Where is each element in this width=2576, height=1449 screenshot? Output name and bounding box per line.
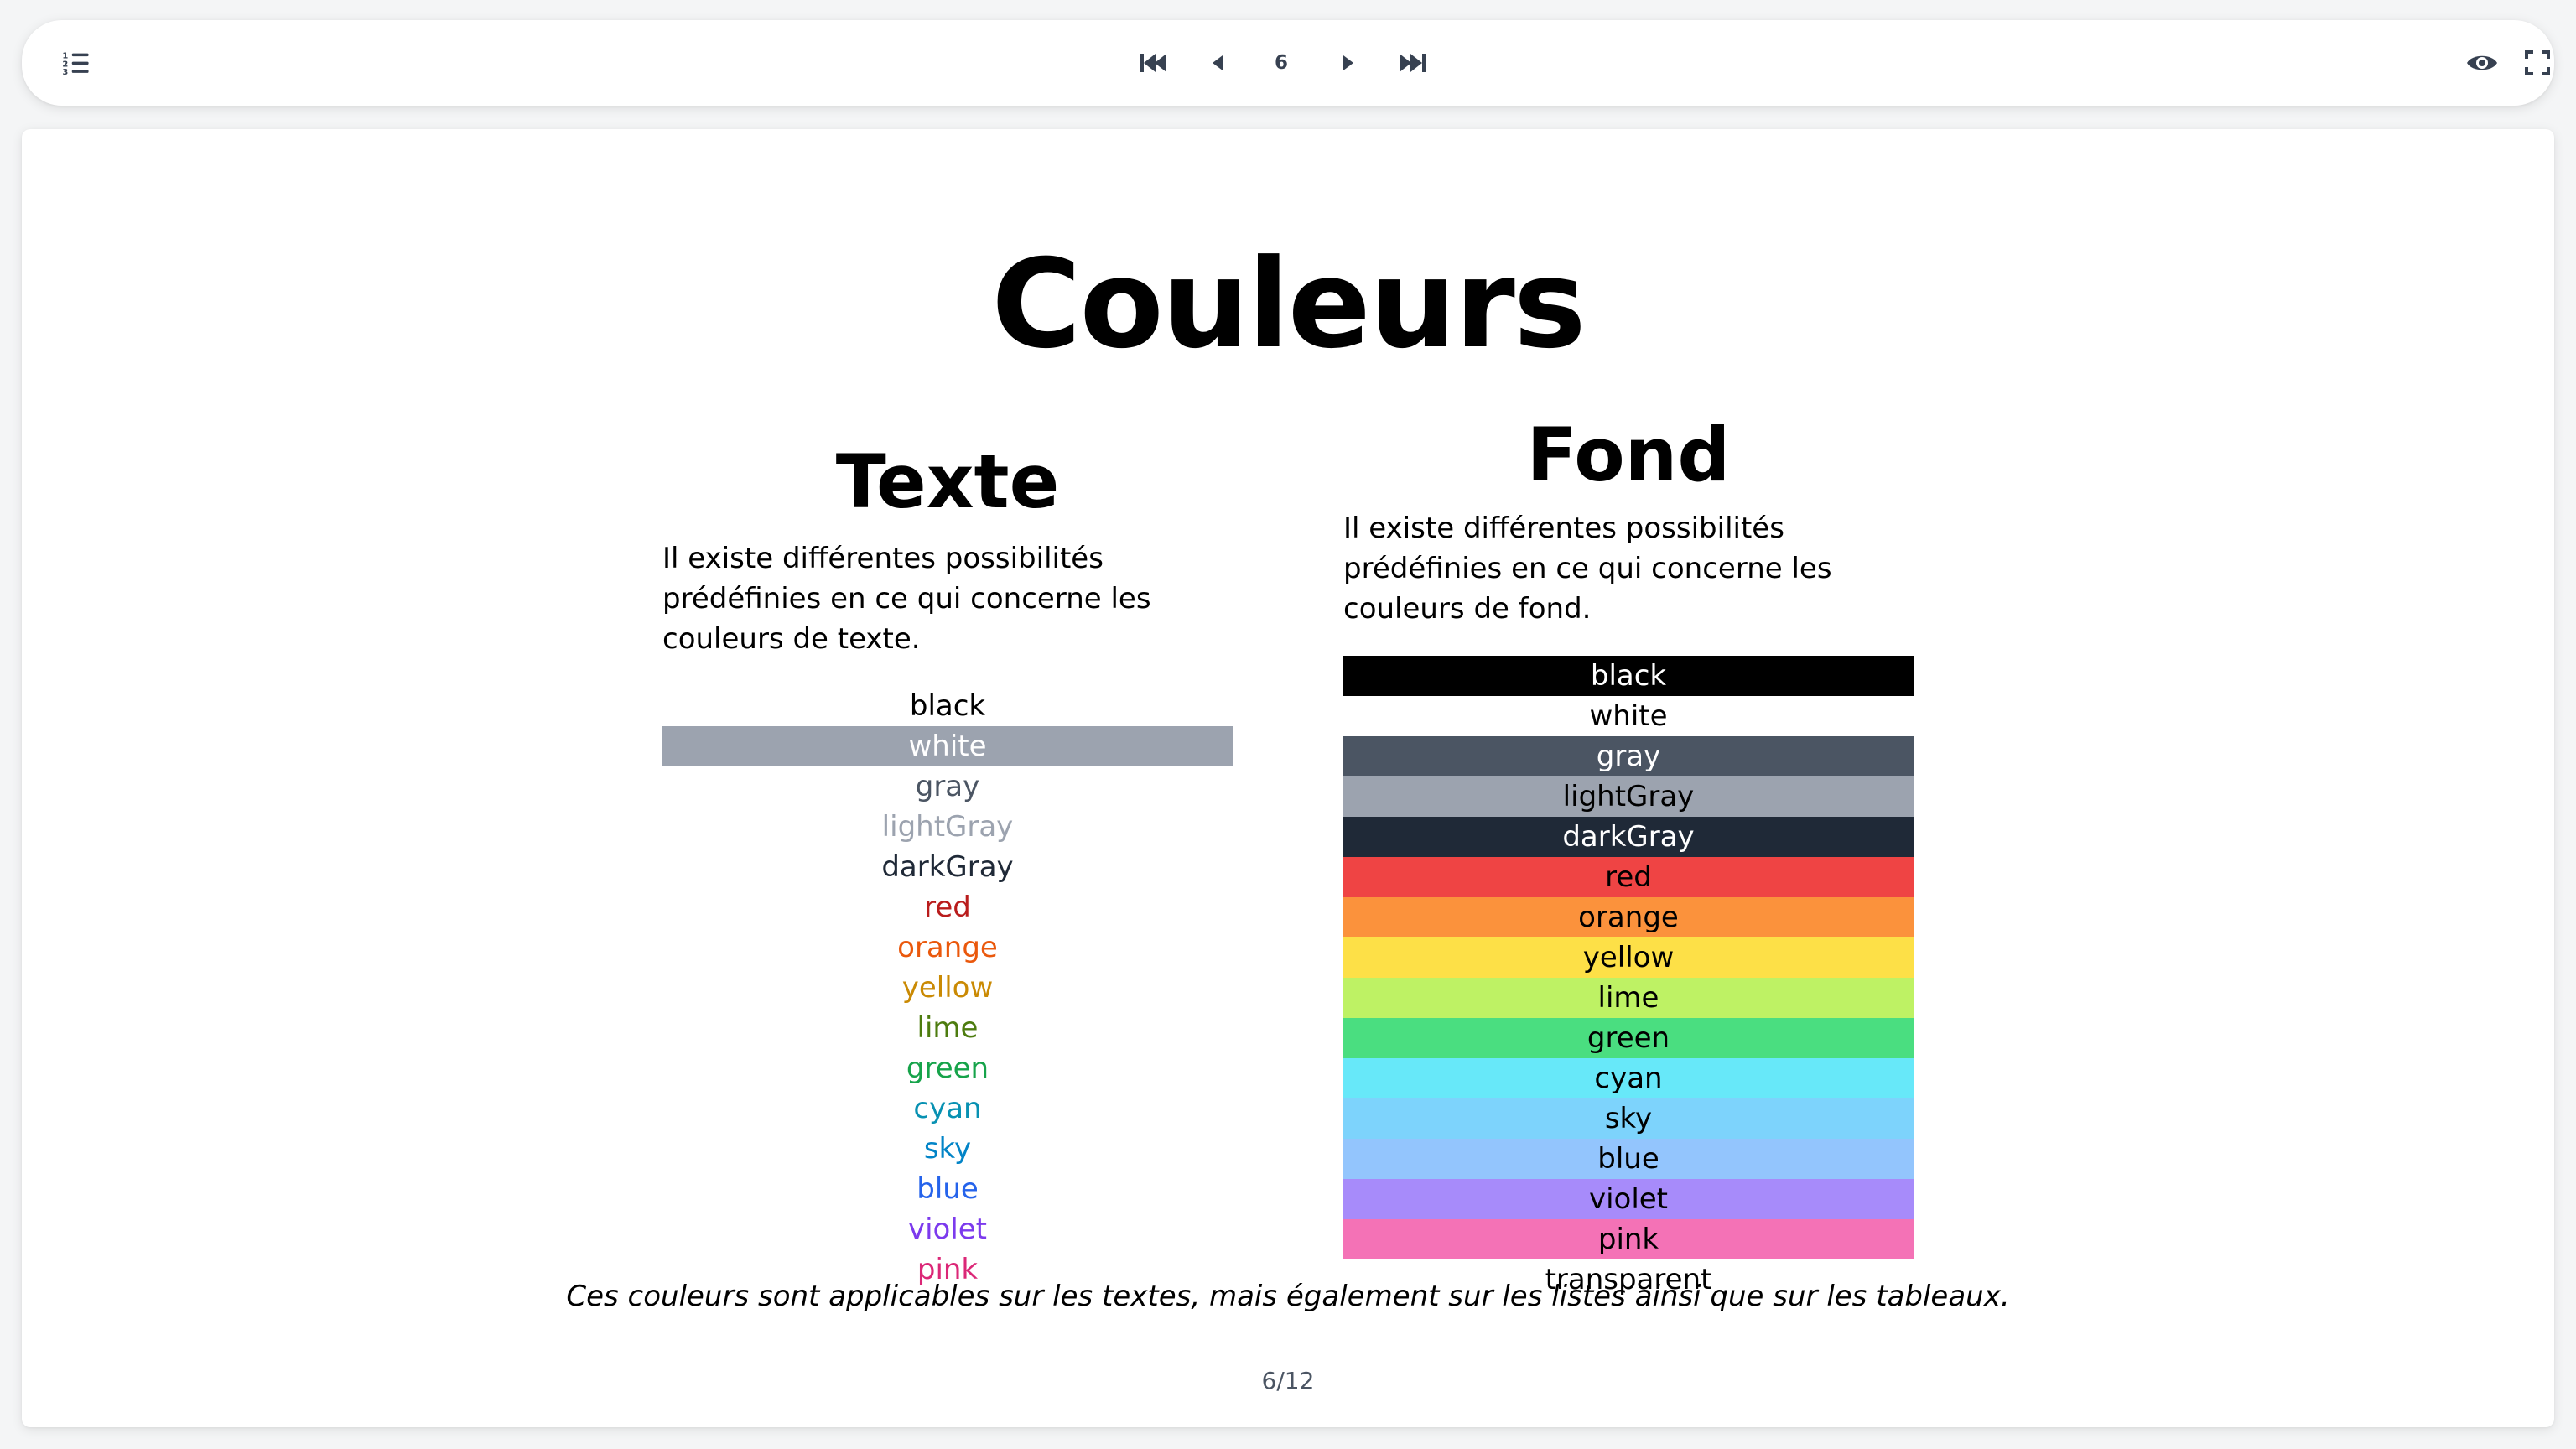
current-page-indicator: 6 <box>1274 52 1288 74</box>
text-color-item-lightgray: lightGray <box>881 810 1014 844</box>
presenter-view-button[interactable] <box>2459 20 2506 106</box>
background-color-item-violet: violet <box>1343 1179 1914 1219</box>
eye-icon <box>2467 55 2497 70</box>
text-colors-heading: Texte <box>835 439 1060 525</box>
background-color-item-pink: pink <box>1343 1219 1914 1259</box>
list-ordered-icon: 1 2 3 <box>62 51 89 77</box>
previous-slide-button[interactable] <box>1194 20 1241 106</box>
skip-last-icon <box>1400 54 1426 72</box>
last-slide-button[interactable] <box>1389 20 1436 106</box>
background-color-list: black white gray lightGray darkGray red orange… <box>1343 656 1914 1300</box>
background-color-item-lightgray: lightGray <box>1343 776 1914 817</box>
background-color-item-lime: lime <box>1343 978 1914 1018</box>
svg-text:3: 3 <box>62 68 68 77</box>
background-colors-heading: Fond <box>1526 412 1731 498</box>
first-slide-button[interactable] <box>1130 20 1177 106</box>
text-colors-description: Il existe différentes possibilités prédé… <box>662 542 1151 656</box>
next-icon <box>1343 55 1353 70</box>
background-color-item-cyan: cyan <box>1343 1058 1914 1098</box>
text-color-item-orange: orange <box>897 931 998 964</box>
background-color-item-white: white <box>1343 696 1914 736</box>
text-color-list: black white gray lightGray darkGray red orange… <box>662 686 1233 1290</box>
footer-note: Ces couleurs sont applicables sur les te… <box>566 1280 2010 1313</box>
previous-icon <box>1213 55 1223 70</box>
text-colors-column: Texte Il existe différentes possibilités… <box>662 421 1233 1290</box>
text-color-item-lime: lime <box>917 1011 979 1045</box>
text-color-item-red: red <box>924 891 971 924</box>
background-color-item-sky: sky <box>1343 1098 1914 1139</box>
background-color-item-red: red <box>1343 857 1914 897</box>
next-slide-button[interactable] <box>1325 20 1372 106</box>
text-color-item-white: white <box>662 726 1233 766</box>
background-color-item-blue: blue <box>1343 1139 1914 1179</box>
background-colors-column: Fond Il existe différentes possibilités … <box>1343 401 1914 1300</box>
presentation-toolbar: 1 2 3 6 <box>22 20 2554 106</box>
text-color-item-cyan: cyan <box>913 1092 982 1125</box>
slide-title: Couleurs <box>991 233 1586 376</box>
background-color-item-yellow: yellow <box>1343 937 1914 978</box>
page-counter: 6/12 <box>1261 1367 1315 1394</box>
fullscreen-button[interactable] <box>2514 20 2561 106</box>
background-color-item-orange: orange <box>1343 897 1914 937</box>
skip-first-icon <box>1140 54 1166 72</box>
slide-list-button[interactable]: 1 2 3 <box>52 20 99 106</box>
background-color-item-green: green <box>1343 1018 1914 1058</box>
text-color-item-violet: violet <box>907 1213 988 1246</box>
text-color-item-darkgray: darkGray <box>881 850 1014 884</box>
slide: Couleurs Texte Il existe différentes pos… <box>22 129 2554 1427</box>
text-color-item-yellow: yellow <box>901 971 994 1005</box>
text-color-item-black: black <box>909 689 986 723</box>
text-color-item-green: green <box>906 1052 989 1085</box>
background-color-item-black: black <box>1343 656 1914 696</box>
background-colors-description: Il existe différentes possibilités prédé… <box>1343 512 1832 626</box>
text-color-item-gray: gray <box>915 770 980 803</box>
background-color-item-gray: gray <box>1343 736 1914 776</box>
text-color-item-blue: blue <box>917 1172 979 1206</box>
fullscreen-icon <box>2525 50 2550 75</box>
background-color-item-darkgray: darkGray <box>1343 817 1914 857</box>
text-color-item-sky: sky <box>923 1132 972 1166</box>
